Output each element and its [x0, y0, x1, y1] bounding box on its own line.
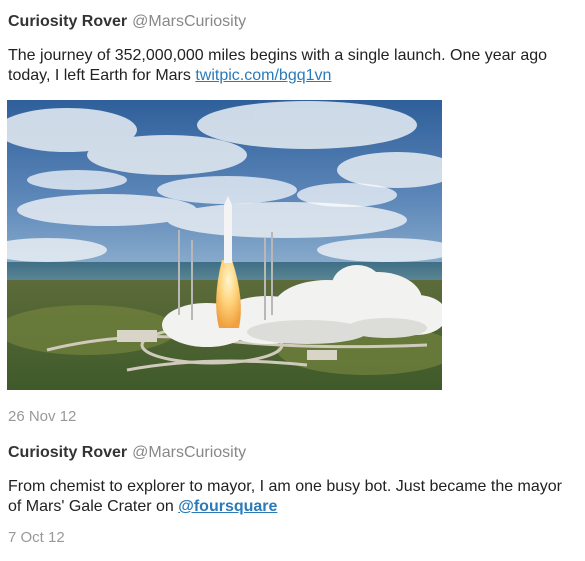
timestamp[interactable]: 26 Nov 12 — [8, 408, 76, 426]
tweet-1: Curiosity Rover @MarsCuriosity The journe… — [8, 12, 578, 86]
foursquare-mention-link[interactable]: @foursquare — [178, 498, 277, 515]
tweet-header: Curiosity Rover @MarsCuriosity — [8, 443, 578, 463]
author-handle[interactable]: @MarsCuriosity — [132, 13, 246, 30]
tweet-header: Curiosity Rover @MarsCuriosity — [8, 12, 578, 32]
timestamp[interactable]: 7 Oct 12 — [8, 529, 65, 547]
author-handle[interactable]: @MarsCuriosity — [132, 444, 246, 461]
twitpic-link[interactable]: twitpic.com/bgq1vn — [195, 67, 331, 84]
author-name[interactable]: Curiosity Rover — [8, 444, 127, 461]
rocket-launch-photo[interactable] — [7, 100, 442, 390]
tweet-2: Curiosity Rover @MarsCuriosity From chemi… — [8, 443, 578, 517]
tweet-text: From chemist to explorer to mayor, I am … — [8, 477, 578, 517]
tweet-body: From chemist to explorer to mayor, I am … — [8, 478, 563, 515]
tweet-text: The journey of 352,000,000 miles begins … — [8, 46, 578, 86]
author-name[interactable]: Curiosity Rover — [8, 13, 127, 30]
